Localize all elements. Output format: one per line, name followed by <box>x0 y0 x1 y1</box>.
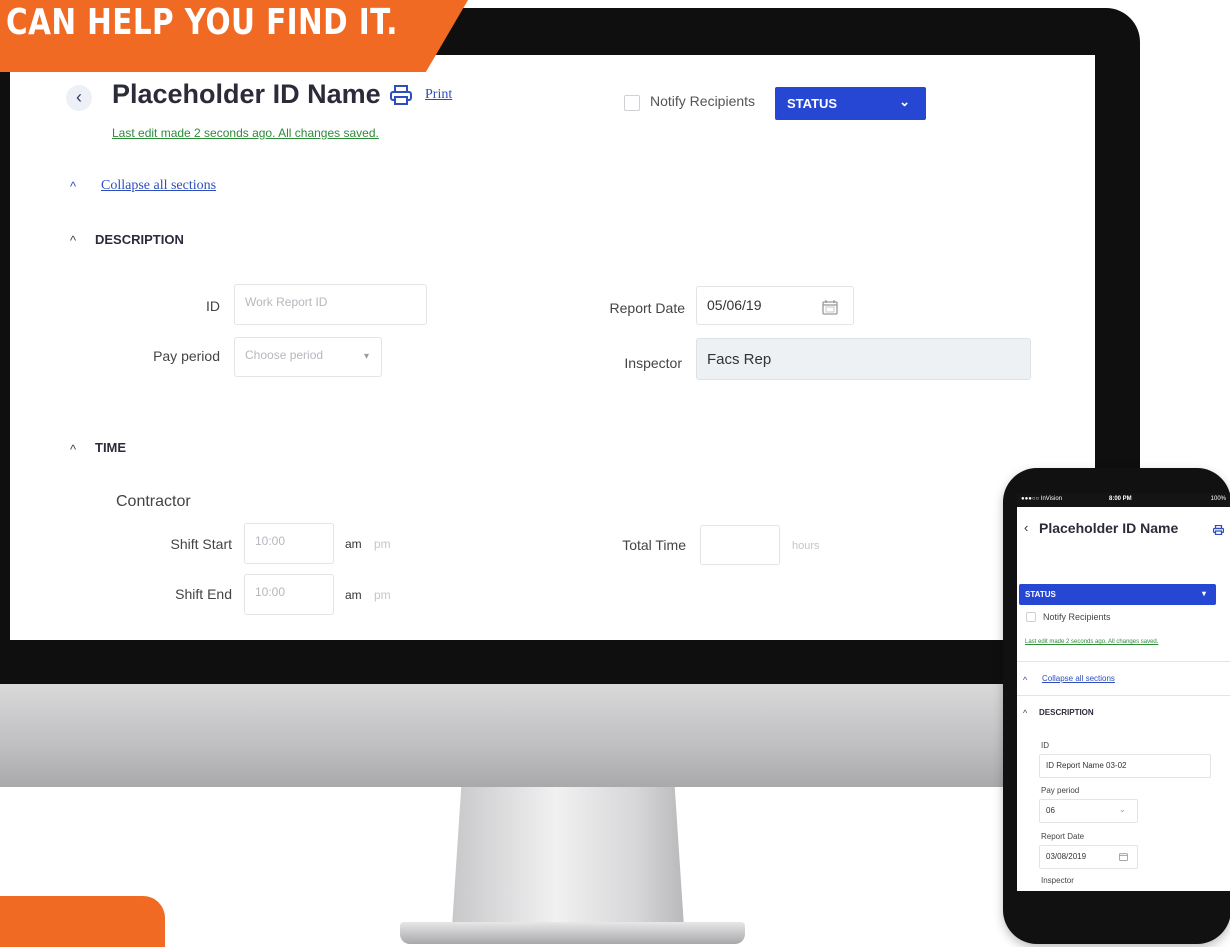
time-toggle-icon[interactable]: ^ <box>70 442 76 457</box>
mobile-id-label: ID <box>1041 741 1049 750</box>
chevron-up-icon: ^ <box>70 179 77 194</box>
calendar-icon[interactable] <box>822 299 838 315</box>
collapse-all-link[interactable]: Collapse all sections <box>101 178 216 194</box>
description-toggle-icon[interactable]: ^ <box>70 233 76 248</box>
monitor-chin <box>0 684 1110 787</box>
printer-icon[interactable] <box>1213 525 1224 535</box>
mobile-status-dropdown[interactable]: STATUS ▾ <box>1019 584 1216 605</box>
shift-start-pm-toggle[interactable]: pm <box>374 537 391 551</box>
shift-end-input[interactable]: 10:00 <box>244 574 334 615</box>
mobile-description-title: DESCRIPTION <box>1039 708 1094 717</box>
chevron-down-icon: ⌄ <box>1119 805 1126 814</box>
shift-end-am-toggle[interactable]: am <box>345 588 362 602</box>
inspector-field: Facs Rep <box>696 338 1031 380</box>
mobile-page-title: Placeholder ID Name <box>1039 520 1179 536</box>
total-time-input[interactable] <box>700 525 780 565</box>
status-dropdown-label: STATUS <box>1025 590 1056 599</box>
desktop-screen: ‹ Placeholder ID Name Print Last edit ma… <box>10 55 1095 640</box>
banner-text: CAN HELP YOU FIND IT. <box>6 2 398 43</box>
shift-start-am-toggle[interactable]: am <box>345 537 362 551</box>
status-dropdown[interactable]: STATUS ⌄ <box>775 87 926 120</box>
chevron-left-icon: ‹ <box>76 87 82 107</box>
id-input[interactable]: Work Report ID <box>234 284 427 325</box>
shift-end-pm-toggle[interactable]: pm <box>374 588 391 602</box>
time-section-title: TIME <box>95 440 127 455</box>
mobile-notify-checkbox[interactable] <box>1026 612 1036 622</box>
status-time: 8:00 PM <box>1109 496 1132 502</box>
divider <box>1017 661 1230 662</box>
notify-recipients-checkbox[interactable] <box>624 95 640 111</box>
divider <box>1017 695 1230 696</box>
description-section-title: DESCRIPTION <box>95 232 184 247</box>
printer-icon[interactable] <box>390 85 412 105</box>
print-link[interactable]: Print <box>425 87 452 103</box>
id-label: ID <box>206 298 220 314</box>
shift-start-label: Shift Start <box>170 536 232 552</box>
description-toggle-icon[interactable]: ^ <box>1023 708 1027 718</box>
shift-end-label: Shift End <box>175 586 232 602</box>
mobile-report-date-label: Report Date <box>1041 832 1085 841</box>
hours-unit: hours <box>792 540 820 552</box>
calendar-icon[interactable] <box>1119 852 1128 861</box>
carrier-text: ●●●○○ InVision <box>1021 496 1063 502</box>
mobile-screen: ●●●○○ InVision 8:00 PM 100% ‹ Placeholde… <box>1017 493 1230 891</box>
mobile-inspector-label: Inspector <box>1041 876 1074 885</box>
chevron-down-icon: ⌄ <box>899 94 910 109</box>
total-time-label: Total Time <box>622 537 686 553</box>
monitor-stand-base <box>400 922 745 944</box>
headline-banner: CAN HELP YOU FIND IT. <box>0 0 468 72</box>
monitor-stand <box>452 787 684 927</box>
page-title: Placeholder ID Name <box>112 79 381 109</box>
shift-start-input[interactable]: 10:00 <box>244 523 334 564</box>
mobile-collapse-all-link[interactable]: Collapse all sections <box>1042 674 1115 683</box>
pay-period-label: Pay period <box>153 348 220 364</box>
battery-icon: 100% <box>1210 496 1226 502</box>
notify-recipients-label: Notify Recipients <box>650 93 756 109</box>
contractor-heading: Contractor <box>116 493 191 510</box>
chevron-left-icon[interactable]: ‹ <box>1024 520 1028 535</box>
caret-down-icon: ▾ <box>1201 589 1206 598</box>
report-date-label: Report Date <box>609 300 685 316</box>
last-edit-status[interactable]: Last edit made 2 seconds ago. All change… <box>112 126 379 140</box>
mobile-last-edit-status[interactable]: Last edit made 2 seconds ago. All change… <box>1025 639 1158 645</box>
mobile-status-bar: ●●●○○ InVision 8:00 PM 100% <box>1017 493 1230 507</box>
pay-period-placeholder: Choose period <box>245 348 324 362</box>
caret-down-icon: ▾ <box>364 351 370 362</box>
orange-corner-tab <box>0 896 165 947</box>
mobile-pay-period-label: Pay period <box>1041 786 1080 795</box>
back-button[interactable]: ‹ <box>66 85 92 111</box>
mobile-id-input[interactable]: ID Report Name 03-02 <box>1039 754 1211 778</box>
pay-period-select[interactable]: Choose period <box>234 337 382 377</box>
status-dropdown-label: STATUS <box>787 96 838 111</box>
inspector-label: Inspector <box>624 355 682 371</box>
chevron-up-icon: ^ <box>1023 675 1028 685</box>
mobile-notify-label: Notify Recipients <box>1043 612 1111 622</box>
